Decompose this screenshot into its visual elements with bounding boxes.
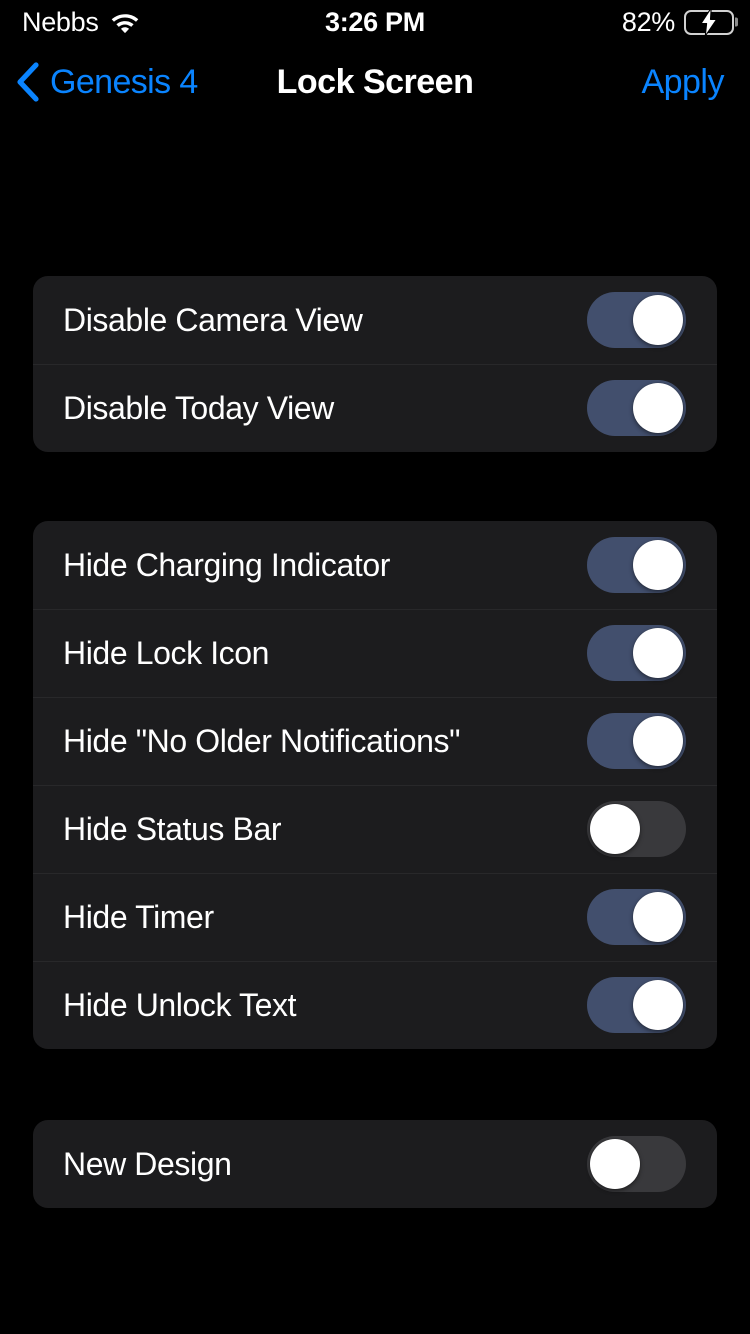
setting-row-new-design[interactable]: New Design (33, 1120, 717, 1208)
setting-label: Disable Today View (63, 390, 334, 426)
setting-row-hide-no-older-notifications[interactable]: Hide "No Older Notifications" (33, 697, 717, 785)
setting-label: Disable Camera View (63, 302, 363, 338)
setting-row-hide-lock-icon[interactable]: Hide Lock Icon (33, 609, 717, 697)
toggle-hide-lock-icon[interactable] (587, 625, 686, 681)
setting-label: Hide Unlock Text (63, 987, 297, 1023)
setting-row-disable-today-view[interactable]: Disable Today View (33, 364, 717, 452)
setting-label: Hide Status Bar (63, 811, 282, 847)
setting-label: New Design (63, 1146, 232, 1182)
setting-row-hide-timer[interactable]: Hide Timer (33, 873, 717, 961)
toggle-knob (633, 716, 683, 766)
toggle-knob (633, 980, 683, 1030)
setting-label: Hide Lock Icon (63, 635, 270, 671)
apply-button[interactable]: Apply (641, 44, 724, 120)
setting-row-disable-camera-view[interactable]: Disable Camera View (33, 276, 717, 364)
setting-label: Hide Timer (63, 899, 214, 935)
setting-row-hide-status-bar[interactable]: Hide Status Bar (33, 785, 717, 873)
battery-percent-label: 82% (621, 6, 675, 37)
toggle-hide-no-older-notifications[interactable] (587, 713, 686, 769)
setting-row-hide-unlock-text[interactable]: Hide Unlock Text (33, 961, 717, 1049)
toggle-hide-charging-indicator[interactable] (587, 537, 686, 593)
toggle-hide-status-bar[interactable] (587, 801, 686, 857)
toggle-hide-unlock-text[interactable] (587, 977, 686, 1033)
toggle-disable-camera-view[interactable] (587, 292, 686, 348)
settings-group-design-options: New Design (33, 1120, 717, 1208)
toggle-disable-today-view[interactable] (587, 380, 686, 436)
toggle-knob (633, 295, 683, 345)
battery-charging-icon (684, 8, 734, 36)
settings-group-view-options: Disable Camera View Disable Today View (33, 276, 717, 452)
status-bar: Nebbs 3:26 PM 82% (0, 0, 750, 44)
setting-label: Hide Charging Indicator (63, 547, 390, 583)
toggle-knob (633, 892, 683, 942)
toggle-new-design[interactable] (587, 1136, 686, 1192)
toggle-knob (590, 1139, 640, 1189)
toggle-hide-timer[interactable] (587, 889, 686, 945)
status-bar-right: 82% (622, 0, 734, 44)
settings-group-hide-options: Hide Charging Indicator Hide Lock Icon H… (33, 521, 717, 1049)
toggle-knob (590, 804, 640, 854)
page-title: Lock Screen (276, 62, 474, 101)
setting-row-hide-charging-indicator[interactable]: Hide Charging Indicator (33, 521, 717, 609)
clock-label: 3:26 PM (325, 6, 425, 37)
toggle-knob (633, 540, 683, 590)
toggle-knob (633, 383, 683, 433)
navigation-bar: Genesis 4 Lock Screen Apply (0, 44, 750, 120)
setting-label: Hide "No Older Notifications" (63, 723, 461, 759)
toggle-knob (633, 628, 683, 678)
